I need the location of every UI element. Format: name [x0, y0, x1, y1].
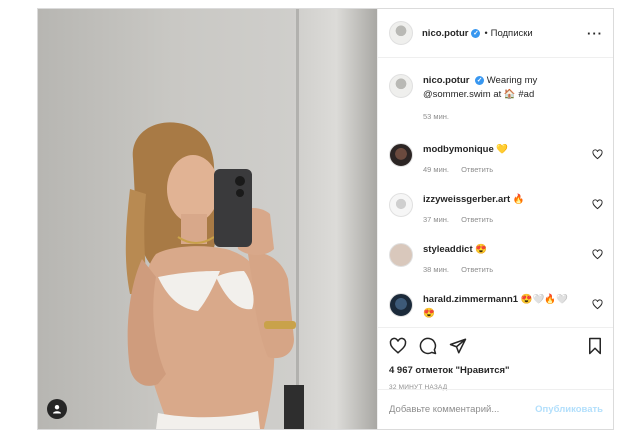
caption-hashtag[interactable]: #ad: [518, 89, 534, 100]
reply-button[interactable]: Ответить: [461, 165, 493, 174]
add-comment-bar: Опубликовать: [378, 389, 613, 429]
comment-text: 🔥: [512, 194, 525, 205]
post-header: nico.potur ✓ • Подписки ···: [378, 9, 613, 58]
person-icon: [53, 405, 61, 414]
comment-time: 49 мин.: [423, 165, 449, 174]
verified-badge-icon: ✓: [475, 75, 485, 85]
post-photo[interactable]: [38, 9, 377, 429]
mirror-selfie-figure: [125, 122, 304, 429]
reply-button[interactable]: Ответить: [461, 215, 493, 224]
comment-text: 😍🤍🔥🤍: [520, 294, 569, 305]
comment-time: 37 мин.: [423, 215, 449, 224]
comment-input[interactable]: [389, 404, 536, 415]
comment-item: styleaddict 😍 38 мин. Ответить: [389, 243, 603, 274]
post-actions: 4 967 отметок "Нравится" 32 МИНУТ НАЗАД: [378, 327, 613, 391]
comment-text: 😍: [475, 244, 488, 255]
comment-text: 💛: [496, 144, 509, 155]
heart-outline-icon[interactable]: [592, 249, 603, 260]
more-horizontal-icon[interactable]: ···: [587, 27, 603, 40]
verified-badge-icon: ✓: [471, 28, 481, 38]
comment-item: harald.zimmermann1 😍🤍🔥🤍 😍: [389, 293, 603, 321]
caption-avatar[interactable]: [389, 74, 413, 98]
heart-outline-icon[interactable]: [592, 149, 603, 160]
share-paper-plane-icon[interactable]: [449, 337, 467, 355]
caption-text-after: @sommer.swim at: [423, 89, 502, 100]
comment-username[interactable]: modbymonique: [423, 144, 494, 155]
caption-username[interactable]: nico.potur: [423, 75, 469, 86]
like-heart-icon[interactable]: [389, 337, 407, 355]
comments-list[interactable]: nico.potur ✓ Wearing my @sommer.swim at …: [378, 58, 613, 327]
reply-button[interactable]: Ответить: [461, 265, 493, 274]
header-username[interactable]: nico.potur: [422, 28, 468, 39]
post-side-panel: nico.potur ✓ • Подписки ··· nico.potur ✓…: [377, 9, 613, 429]
comment-avatar[interactable]: [389, 243, 413, 267]
publish-button[interactable]: Опубликовать: [535, 404, 603, 415]
comment-item: modbymonique 💛 49 мин. Ответить: [389, 143, 603, 174]
heart-outline-icon[interactable]: [592, 199, 603, 210]
avatar[interactable]: [389, 21, 413, 45]
comment-item: izzyweissgerber.art 🔥 37 мин. Ответить: [389, 193, 603, 224]
comment-username[interactable]: harald.zimmermann1: [423, 294, 518, 305]
comment-avatar[interactable]: [389, 143, 413, 167]
comment-username[interactable]: izzyweissgerber.art: [423, 194, 510, 205]
caption-time: 53 мин.: [423, 112, 449, 121]
caption-text-before: Wearing my: [486, 75, 538, 86]
comment-username[interactable]: styleaddict: [423, 244, 473, 255]
comment-text-continued: 😍: [423, 308, 435, 319]
following-button[interactable]: Подписки: [491, 28, 533, 39]
comment-avatar[interactable]: [389, 293, 413, 317]
post-caption: nico.potur ✓ Wearing my @sommer.swim at …: [389, 74, 603, 124]
comment-avatar[interactable]: [389, 193, 413, 217]
tagged-user-icon[interactable]: [47, 399, 67, 419]
instagram-post: nico.potur ✓ • Подписки ··· nico.potur ✓…: [37, 8, 614, 430]
likes-count[interactable]: 4 967 отметок "Нравится": [389, 365, 603, 376]
comment-time: 38 мин.: [423, 265, 449, 274]
bookmark-icon[interactable]: [587, 337, 603, 355]
heart-outline-icon[interactable]: [592, 299, 603, 310]
comment-bubble-icon[interactable]: [419, 337, 437, 355]
header-separator: •: [484, 28, 488, 38]
house-emoji: 🏠: [503, 89, 516, 100]
